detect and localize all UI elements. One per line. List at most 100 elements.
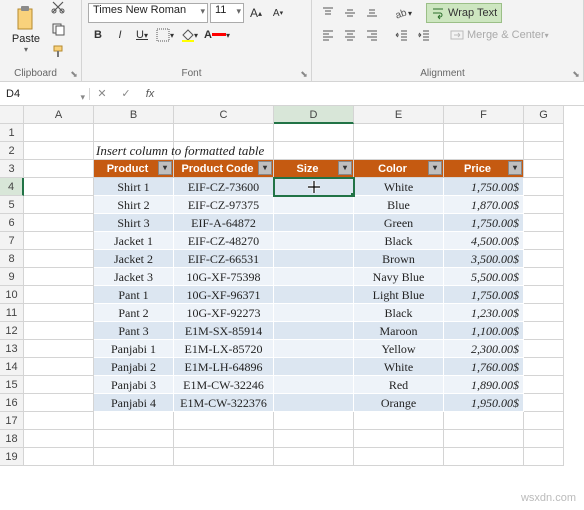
cell[interactable] (274, 124, 354, 142)
cell[interactable] (444, 124, 524, 142)
table-header[interactable]: Color▾ (354, 160, 444, 178)
decrease-indent-button[interactable] (392, 25, 412, 45)
column-header-B[interactable]: B (94, 106, 174, 124)
cell[interactable] (24, 160, 94, 178)
cell[interactable] (354, 124, 444, 142)
cell[interactable] (524, 448, 564, 466)
table-cell-product[interactable]: Jacket 2 (94, 250, 174, 268)
cell[interactable] (24, 412, 94, 430)
table-cell-size[interactable] (274, 196, 354, 214)
cell[interactable] (354, 142, 444, 160)
cell[interactable] (524, 286, 564, 304)
cell[interactable] (24, 268, 94, 286)
table-cell-code[interactable]: 10G-XF-92273 (174, 304, 274, 322)
table-cell-code[interactable]: EIF-CZ-66531 (174, 250, 274, 268)
table-cell-product[interactable]: Jacket 3 (94, 268, 174, 286)
cell[interactable] (524, 142, 564, 160)
column-header-A[interactable]: A (24, 106, 94, 124)
cell[interactable] (24, 124, 94, 142)
row-header-9[interactable]: 9 (0, 268, 24, 286)
cell[interactable] (524, 430, 564, 448)
row-header-16[interactable]: 16 (0, 394, 24, 412)
table-cell-size[interactable] (274, 340, 354, 358)
cell[interactable] (174, 412, 274, 430)
filter-dropdown[interactable]: ▾ (508, 161, 522, 175)
cell[interactable] (24, 214, 94, 232)
table-cell-size[interactable] (274, 178, 354, 196)
table-header[interactable]: Price▾ (444, 160, 524, 178)
table-cell-product[interactable]: Panjabi 1 (94, 340, 174, 358)
clipboard-dialog-launcher[interactable]: ⬊ (69, 69, 79, 79)
table-cell-price[interactable]: 1,890.00$ (444, 376, 524, 394)
cell[interactable] (174, 124, 274, 142)
table-cell-product[interactable]: Shirt 1 (94, 178, 174, 196)
table-cell-product[interactable]: Panjabi 2 (94, 358, 174, 376)
table-cell-size[interactable] (274, 250, 354, 268)
paste-button[interactable]: Paste ▾ (6, 5, 46, 54)
table-cell-code[interactable]: EIF-CZ-48270 (174, 232, 274, 250)
cell[interactable] (274, 142, 354, 160)
table-cell-color[interactable]: Yellow (354, 340, 444, 358)
column-header-G[interactable]: G (524, 106, 564, 124)
cell[interactable] (354, 412, 444, 430)
cell[interactable] (524, 178, 564, 196)
table-header[interactable]: Product▾ (94, 160, 174, 178)
cell[interactable] (174, 430, 274, 448)
filter-dropdown[interactable]: ▾ (338, 161, 352, 175)
table-cell-price[interactable]: 4,500.00$ (444, 232, 524, 250)
cell[interactable] (444, 448, 524, 466)
table-cell-color[interactable]: Black (354, 232, 444, 250)
cell[interactable] (24, 142, 94, 160)
table-cell-code[interactable]: E1M-LX-85720 (174, 340, 274, 358)
table-cell-color[interactable]: Green (354, 214, 444, 232)
cell[interactable] (524, 250, 564, 268)
table-cell-code[interactable]: EIF-A-64872 (174, 214, 274, 232)
spreadsheet-grid[interactable]: ABCDEFG12Insert column to formatted tabl… (0, 106, 584, 466)
table-cell-size[interactable] (274, 322, 354, 340)
cell[interactable] (94, 448, 174, 466)
table-cell-code[interactable]: 10G-XF-96371 (174, 286, 274, 304)
cell[interactable] (354, 448, 444, 466)
align-center-button[interactable] (340, 25, 360, 45)
cell[interactable] (524, 214, 564, 232)
table-cell-price[interactable]: 1,230.00$ (444, 304, 524, 322)
row-header-3[interactable]: 3 (0, 160, 24, 178)
row-header-12[interactable]: 12 (0, 322, 24, 340)
row-header-19[interactable]: 19 (0, 448, 24, 466)
table-cell-price[interactable]: 5,500.00$ (444, 268, 524, 286)
table-cell-price[interactable]: 3,500.00$ (444, 250, 524, 268)
font-dialog-launcher[interactable]: ⬊ (299, 69, 309, 79)
table-header[interactable]: Size▾ (274, 160, 354, 178)
row-header-8[interactable]: 8 (0, 250, 24, 268)
font-size-select[interactable]: 11 (210, 3, 244, 23)
cell[interactable] (354, 430, 444, 448)
cell[interactable] (524, 232, 564, 250)
table-cell-code[interactable]: EIF-CZ-97375 (174, 196, 274, 214)
table-cell-product[interactable]: Shirt 2 (94, 196, 174, 214)
cell[interactable] (24, 448, 94, 466)
table-cell-code[interactable]: E1M-CW-32246 (174, 376, 274, 394)
borders-button[interactable]: ▾ (154, 25, 176, 45)
cell[interactable] (524, 304, 564, 322)
cell[interactable] (174, 448, 274, 466)
cell[interactable] (94, 412, 174, 430)
row-header-14[interactable]: 14 (0, 358, 24, 376)
cell[interactable] (274, 448, 354, 466)
table-cell-product[interactable]: Shirt 3 (94, 214, 174, 232)
cell[interactable] (24, 232, 94, 250)
cell[interactable] (24, 178, 94, 196)
cell[interactable] (94, 430, 174, 448)
table-cell-product[interactable]: Jacket 1 (94, 232, 174, 250)
copy-button[interactable] (48, 19, 68, 39)
table-cell-code[interactable]: 10G-XF-75398 (174, 268, 274, 286)
row-header-18[interactable]: 18 (0, 430, 24, 448)
align-top-button[interactable] (318, 3, 338, 23)
cell[interactable] (24, 340, 94, 358)
cancel-formula-button[interactable]: ✕ (90, 87, 114, 100)
italic-button[interactable]: I (110, 25, 130, 45)
column-header-D[interactable]: D (274, 106, 354, 124)
table-cell-product[interactable]: Pant 1 (94, 286, 174, 304)
cell[interactable] (524, 376, 564, 394)
cell[interactable] (524, 340, 564, 358)
cell[interactable] (524, 268, 564, 286)
